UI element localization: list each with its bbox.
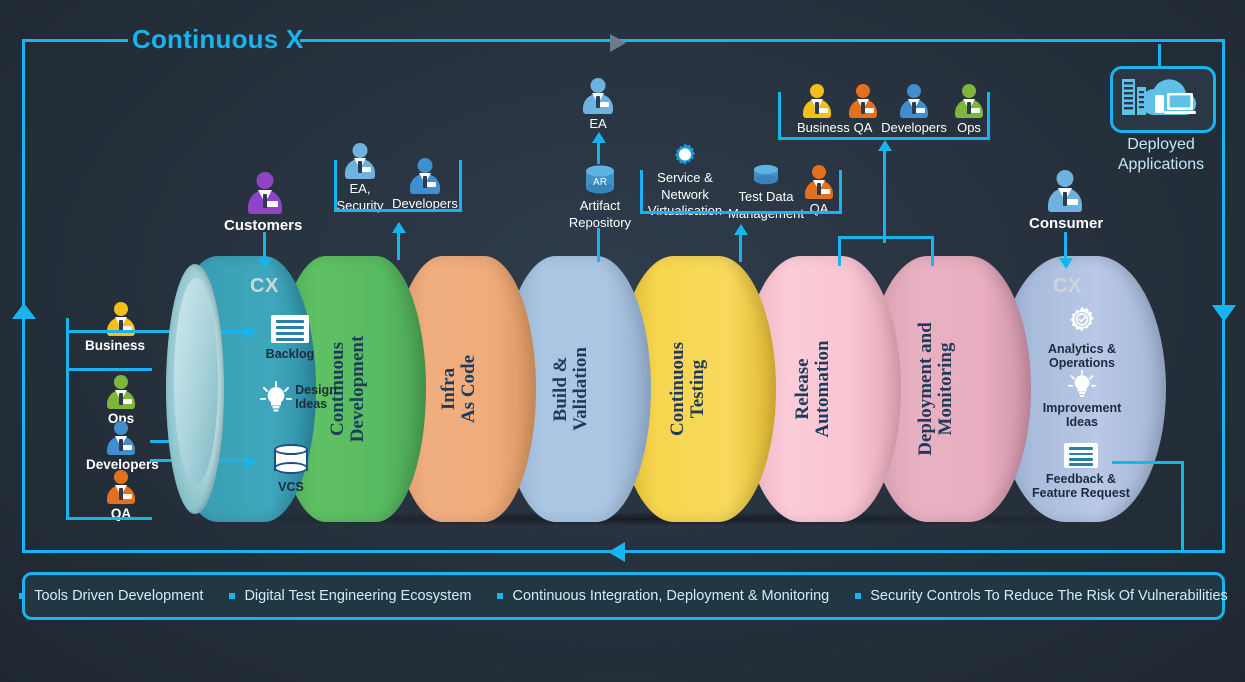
test-tools-arrow-icon bbox=[734, 224, 748, 235]
database-icon bbox=[274, 444, 308, 476]
top-rail-arrow-icon bbox=[610, 34, 626, 52]
deployed-applications-label: Deployed Applications bbox=[1090, 135, 1232, 175]
gear-icon bbox=[674, 143, 696, 165]
database-icon: AR bbox=[586, 165, 614, 194]
bullet-item[interactable]: Continuous Integration, Deployment & Mon… bbox=[484, 588, 842, 604]
lightbulb-icon bbox=[1067, 369, 1097, 397]
bullet-dot-icon bbox=[497, 593, 504, 599]
artifact-to-pipeline-line bbox=[597, 228, 600, 262]
pipeline-item-feedback-feature-request[interactable]: Feedback & Feature Request bbox=[1022, 443, 1140, 500]
pipeline-item-label-line1: Design bbox=[295, 383, 337, 397]
gear-check-icon bbox=[1070, 306, 1094, 332]
document-icon bbox=[271, 315, 309, 343]
deployed-label-line2: Applications bbox=[1117, 156, 1205, 173]
vcs-inbound-arrow-icon bbox=[246, 455, 257, 469]
bullet-label: Digital Test Engineering Ecosystem bbox=[244, 588, 472, 604]
node-label-line2: Repository bbox=[568, 214, 632, 230]
pipeline-item-label: Backlog bbox=[265, 347, 315, 361]
node-customers[interactable]: Customers bbox=[224, 172, 302, 235]
feedback-outbound-vertical bbox=[1181, 461, 1184, 553]
consumer-arrow-icon bbox=[1059, 258, 1073, 269]
bullet-label: Tools Driven Development bbox=[34, 588, 204, 604]
person-icon bbox=[246, 172, 284, 214]
team-feeder-bracket bbox=[838, 236, 934, 266]
pipeline-item-analytics-operations[interactable]: Analytics & Operations bbox=[1030, 305, 1134, 370]
bullet-item[interactable]: Tools Driven Development bbox=[6, 588, 216, 604]
bottom-rail-arrow-icon bbox=[608, 542, 625, 562]
team-stem bbox=[883, 148, 886, 243]
ar-to-ea-arrow-icon bbox=[592, 132, 606, 143]
pipeline-item-label: VCS bbox=[278, 480, 304, 494]
node-label: Consumer bbox=[1029, 215, 1104, 232]
segment-label-release-automation: Release Automation bbox=[792, 340, 833, 438]
pipeline-item-improvement-ideas[interactable]: Improvement Ideas bbox=[1030, 369, 1134, 429]
bullet-label: Continuous Integration, Deployment & Mon… bbox=[512, 588, 830, 604]
frame-top-left-rail bbox=[22, 39, 128, 42]
pipeline-item-design-ideas[interactable]: Design Ideas bbox=[250, 380, 346, 414]
bullet-dot-icon bbox=[19, 593, 26, 599]
pipeline-item-label-line2: Operations bbox=[1049, 356, 1115, 370]
node-consumer[interactable]: Consumer bbox=[1029, 170, 1103, 233]
pipeline-item-label-line1: Feedback & bbox=[1045, 472, 1117, 486]
bullet-item[interactable]: Digital Test Engineering Ecosystem bbox=[216, 588, 484, 604]
cx-tag-start: CX bbox=[250, 275, 279, 297]
node-business-left[interactable]: Business bbox=[85, 302, 146, 353]
ea-developers-arrow-icon bbox=[392, 222, 406, 233]
pipeline-item-label-line1: Improvement bbox=[1042, 401, 1122, 415]
bullet-label: Security Controls To Reduce The Risk Of … bbox=[870, 588, 1228, 604]
ea-developers-bracket bbox=[334, 160, 462, 212]
deployed-applications-rail bbox=[1158, 44, 1161, 68]
customers-arrow-icon bbox=[258, 258, 272, 269]
bullet-dot-icon bbox=[855, 593, 862, 599]
left-rail-arrow-icon bbox=[12, 303, 36, 319]
segment-label-infra-as-code: Infra As Code bbox=[438, 354, 479, 424]
test-tools-bracket bbox=[640, 170, 842, 214]
left-group-bracket bbox=[66, 368, 152, 520]
segment-label-continuous-testing: Continuous Testing bbox=[667, 342, 708, 436]
person-icon bbox=[582, 78, 614, 114]
node-label: EA bbox=[589, 116, 607, 131]
lightbulb-icon bbox=[260, 381, 293, 412]
frame-top-right-rail bbox=[300, 39, 1225, 42]
right-rail-arrow-icon bbox=[1212, 305, 1236, 322]
document-icon bbox=[1064, 443, 1098, 468]
pipeline-item-backlog[interactable]: Backlog bbox=[254, 315, 326, 361]
node-artifact-repository[interactable]: AR Artifact Repository bbox=[568, 163, 632, 230]
ar-badge-text: AR bbox=[593, 177, 607, 188]
bullet-dot-icon bbox=[229, 593, 236, 599]
node-label: Business bbox=[84, 338, 146, 353]
deployed-label-line1: Deployed bbox=[1127, 136, 1195, 153]
pipeline-item-label-line2: Ideas bbox=[1066, 415, 1098, 429]
cloud-devices-icon bbox=[1122, 79, 1197, 116]
segment-label-deployment-and-monitoring: Deployment and Monitoring bbox=[915, 322, 956, 456]
segment-label-build-validation: Build & Validation bbox=[550, 347, 591, 431]
bullet-item[interactable]: Security Controls To Reduce The Risk Of … bbox=[842, 588, 1241, 604]
node-ea[interactable]: EA bbox=[580, 78, 616, 132]
page-title: Continuous X bbox=[132, 24, 304, 54]
node-label: Customers bbox=[224, 217, 303, 234]
left-frame-connector bbox=[66, 318, 69, 373]
team-bracket bbox=[778, 92, 990, 140]
deployed-applications-box bbox=[1110, 66, 1216, 133]
bullet-bar: Tools Driven Development Digital Test En… bbox=[19, 572, 1228, 620]
person-icon bbox=[1046, 170, 1084, 212]
feedback-outbound-line bbox=[1112, 461, 1184, 464]
pipeline-item-label-line1: Analytics & bbox=[1047, 342, 1117, 356]
pipeline-item-vcs[interactable]: VCS bbox=[255, 444, 327, 494]
team-stem-arrow-icon bbox=[878, 140, 892, 151]
cylinder-left-cap-inner bbox=[174, 278, 218, 484]
pipeline-item-label-line2: Ideas bbox=[295, 397, 328, 411]
pipeline-item-label-line2: Feature Request bbox=[1032, 486, 1130, 500]
cx-tag-end: CX bbox=[1053, 275, 1082, 297]
node-label-line1: Artifact bbox=[579, 198, 621, 213]
